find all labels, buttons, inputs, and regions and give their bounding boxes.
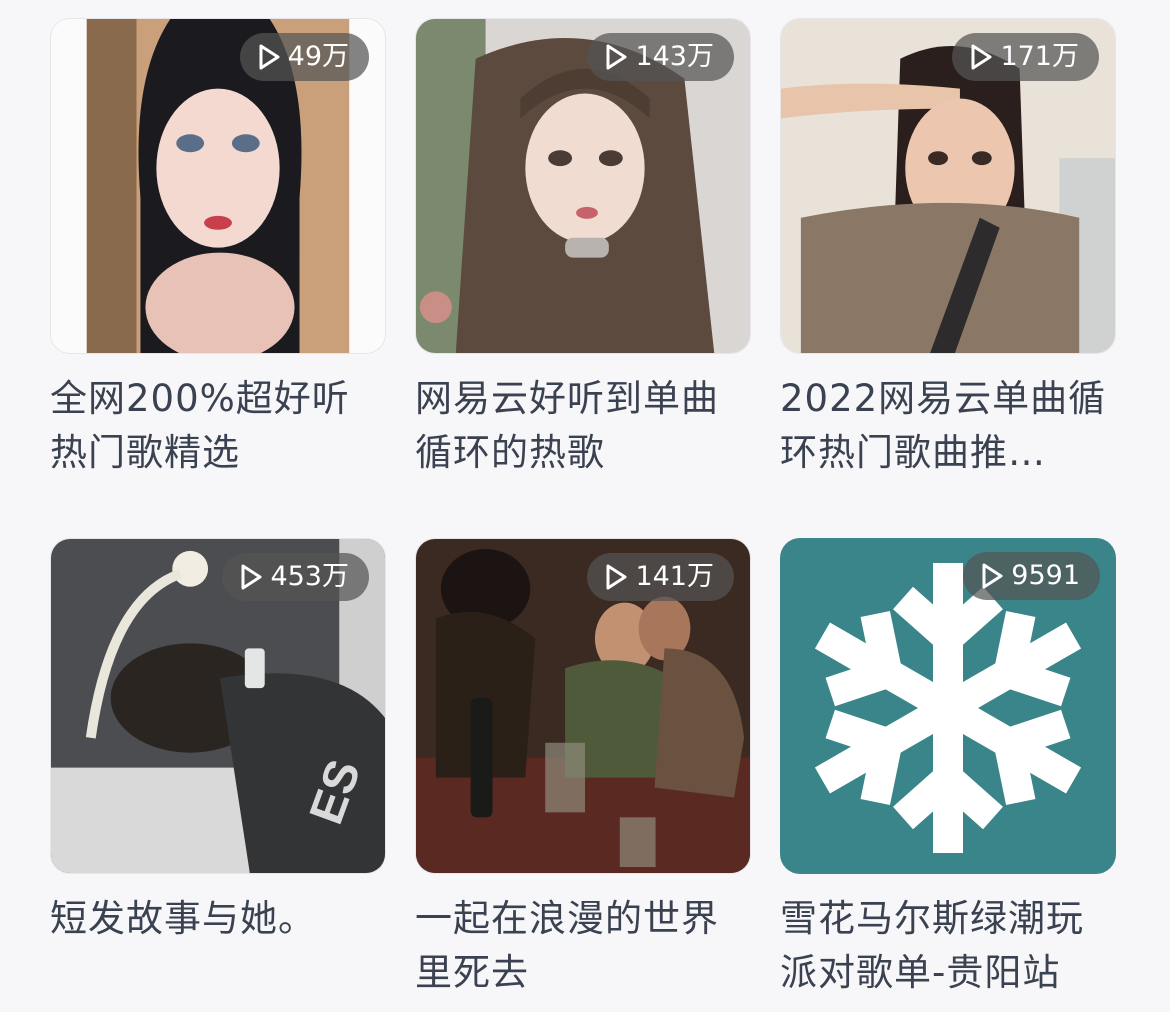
playlist-card[interactable]: 171万 2022网易云单曲循环热门歌曲推… [780,18,1116,480]
playlist-title[interactable]: 一起在浪漫的世界里死去 [415,892,745,1000]
play-count: 49万 [287,41,349,72]
playlist-cover[interactable]: 9591 [780,538,1116,874]
play-count: 141万 [635,561,714,592]
playlist-title[interactable]: 网易云好听到单曲循环的热歌 [415,372,745,480]
play-icon [259,44,280,70]
playlist-title[interactable]: 雪花马尔斯绿潮玩派对歌单-贵阳站 [780,892,1110,1000]
play-icon [606,44,627,70]
playlist-title[interactable]: 短发故事与她。 [50,892,380,946]
playlist-cover[interactable]: ES 453万 [50,538,386,874]
play-icon [241,564,262,590]
play-count: 453万 [270,561,349,592]
playlist-title[interactable]: 全网200%超好听热门歌精选 [50,372,380,480]
playlist-cover[interactable]: 171万 [780,18,1116,354]
playlist-card[interactable]: 143万 网易云好听到单曲循环的热歌 [415,18,751,480]
playlist-card[interactable]: 9591 雪花马尔斯绿潮玩派对歌单-贵阳站 [780,538,1116,1000]
play-count: 9591 [1011,560,1080,591]
playlist-cover[interactable]: 141万 [415,538,751,874]
play-icon [606,564,627,590]
playlist-card[interactable]: 141万 一起在浪漫的世界里死去 [415,538,751,1000]
playlist-title[interactable]: 2022网易云单曲循环热门歌曲推… [780,372,1110,480]
play-count-badge: 49万 [239,33,369,81]
play-count-badge: 143万 [587,33,734,81]
playlist-cover[interactable]: 49万 [50,18,386,354]
playlist-cover[interactable]: 143万 [415,18,751,354]
playlist-card[interactable]: 49万 全网200%超好听热门歌精选 [50,18,386,480]
play-count: 171万 [1000,41,1079,72]
play-count-badge: 141万 [587,553,734,601]
play-icon [971,44,992,70]
playlist-card[interactable]: ES 453万 短发故事与她。 [50,538,386,946]
play-count-badge: 171万 [952,33,1099,81]
play-count-badge: 9591 [963,552,1100,600]
play-icon [982,563,1003,589]
play-count-badge: 453万 [222,553,369,601]
play-count: 143万 [635,41,714,72]
